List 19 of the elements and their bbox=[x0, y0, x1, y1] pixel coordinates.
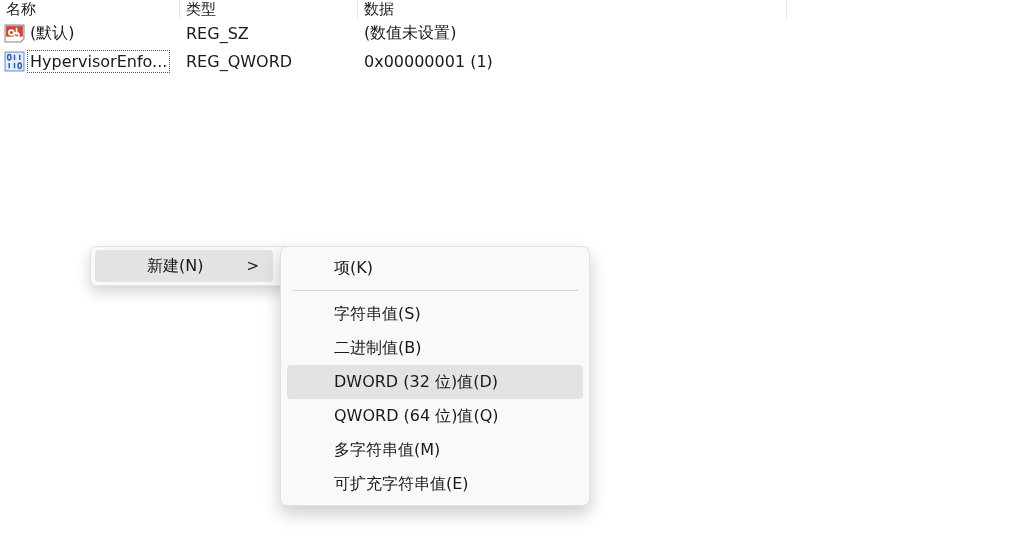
column-header[interactable]: 数据 bbox=[358, 0, 787, 18]
menu-item[interactable]: 二进制值(B) bbox=[287, 331, 583, 365]
menu-item[interactable]: 字符串值(S) bbox=[287, 297, 583, 331]
menu-item[interactable]: QWORD (64 位)值(Q) bbox=[287, 399, 583, 433]
string-value-icon bbox=[4, 22, 25, 44]
menu-item[interactable]: 多字符串值(M) bbox=[287, 433, 583, 467]
column-header[interactable]: 名称 bbox=[0, 0, 180, 18]
menu-item[interactable]: 新建(N) > bbox=[95, 250, 273, 282]
menu-item[interactable]: DWORD (32 位)值(D) bbox=[287, 365, 583, 399]
menu-item[interactable]: 可扩充字符串值(E) bbox=[287, 467, 583, 501]
value-type: REG_SZ bbox=[185, 23, 250, 43]
value-data: (数值未设置) bbox=[363, 22, 458, 44]
value-name[interactable]: (默认) bbox=[27, 20, 78, 46]
value-data: 0x00000001 (1) bbox=[363, 51, 494, 71]
column-header[interactable]: 类型 bbox=[180, 0, 358, 18]
menu-item[interactable]: 项(K) bbox=[287, 251, 583, 285]
binary-value-icon bbox=[4, 50, 25, 72]
value-type: REG_QWORD bbox=[185, 51, 294, 71]
value-name[interactable]: HypervisorEnfo... bbox=[27, 49, 171, 73]
